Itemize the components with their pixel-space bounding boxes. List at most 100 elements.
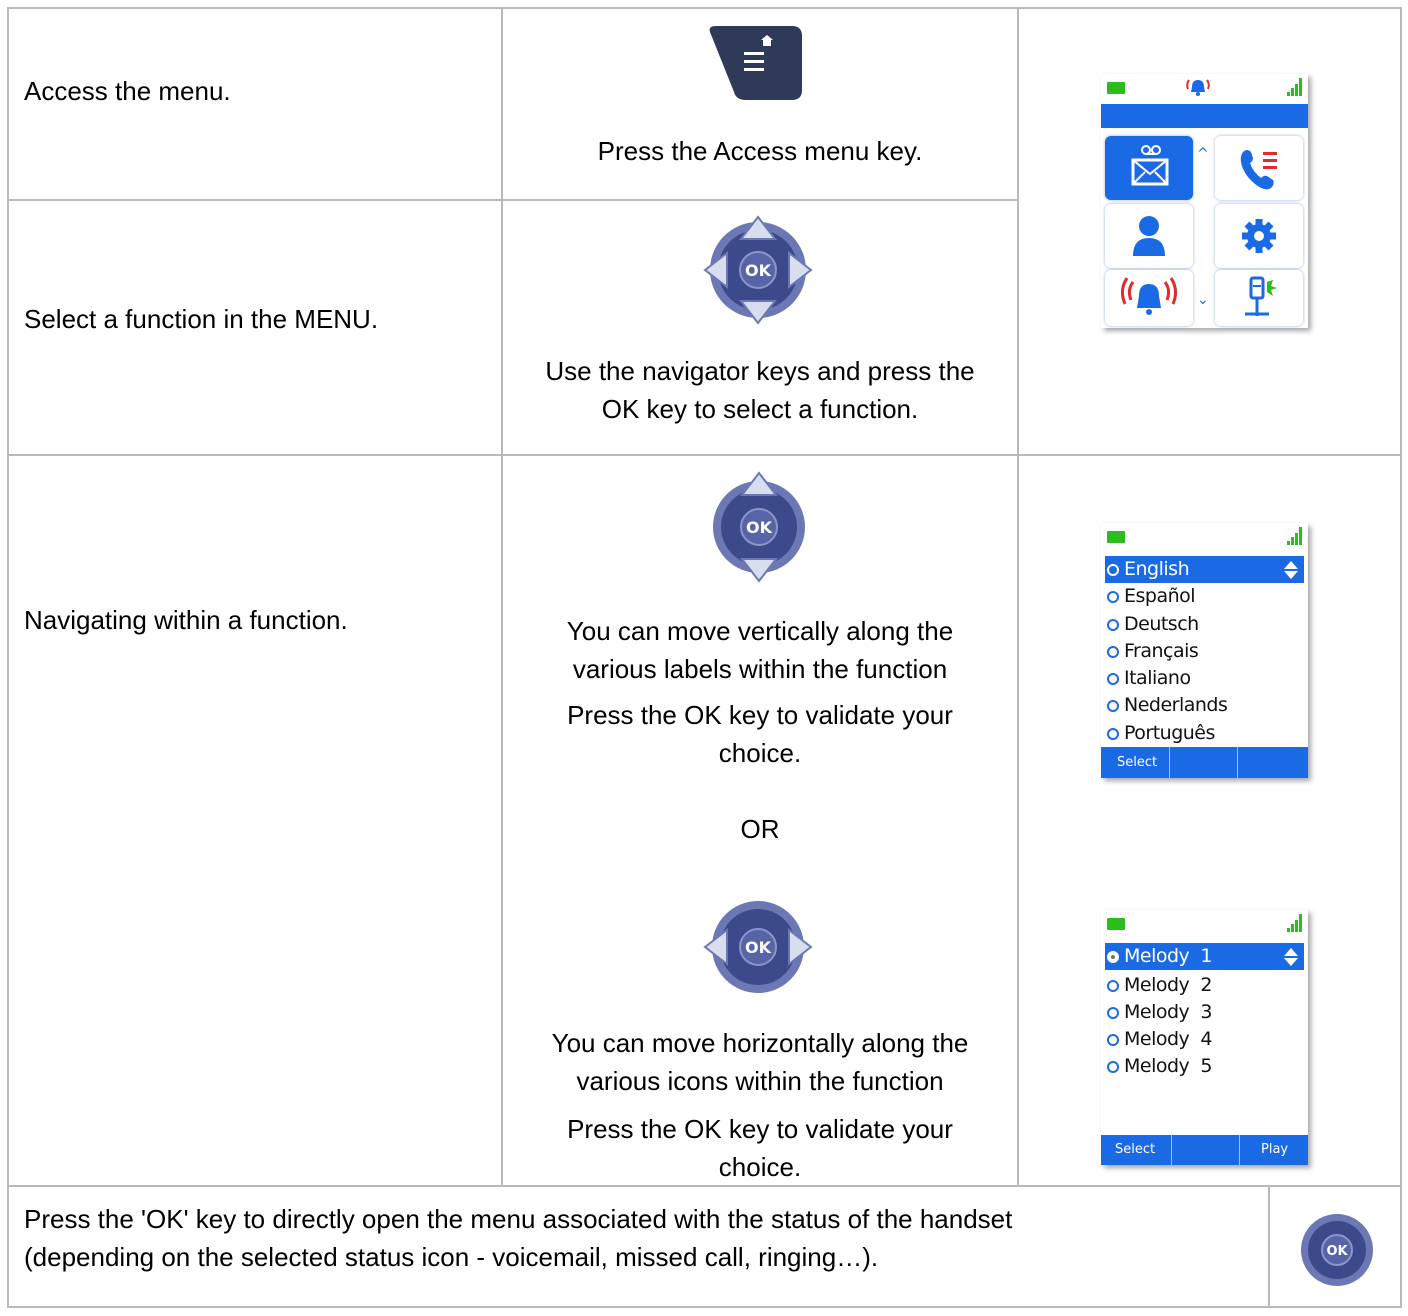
alarm-icon [1120,277,1178,315]
list-item[interactable]: English [1105,556,1304,583]
validate-instruction-2: Press the OK key to validate your choice… [503,1110,1017,1186]
softkey-left[interactable]: Select [1117,747,1157,778]
menu-tile-handset[interactable] [1215,270,1303,326]
row2-instruction-line1: Use the navigator keys and press the [545,356,975,386]
ok-key-icon: OK [1301,1214,1373,1286]
menu-tile-call-log[interactable] [1215,136,1303,200]
voicemail-icon [1131,145,1169,186]
row2-instruction-line2: OK key to select a function. [601,394,919,424]
vertical-instruction: You can move vertically along the variou… [503,612,1017,688]
horizontal-instruction: You can move horizontally along the vari… [503,1024,1017,1100]
scroll-down-chevron-icon: ⌄ [1197,292,1209,308]
list-item[interactable]: Español [1105,583,1304,610]
battery-icon [1107,531,1125,543]
validate2-line1: Press the OK key to validate your [567,1114,953,1144]
row1-label: Access the menu. [24,76,231,106]
validate2-line2: choice. [718,1152,802,1182]
row3-label: Navigating within a function. [24,605,348,635]
table-border-left [7,7,9,1308]
radio-icon [1107,673,1119,685]
list-item[interactable]: Melody 3 [1105,999,1304,1026]
ok-label: OK [746,518,773,537]
table-border-bottom [7,1306,1402,1308]
navigator-4way-key-icon: OK [703,215,813,325]
list-item[interactable]: Melody 4 [1105,1026,1304,1053]
row2-label: Select a function in the MENU. [24,304,379,334]
access-menu-key-icon [709,26,802,100]
list-item-label: Melody 3 [1124,1001,1212,1023]
footer-line1: Press the 'OK' key to directly open the … [24,1204,1013,1234]
radio-icon [1107,1007,1119,1019]
ok-label: OK [1326,1244,1348,1259]
ok-label: OK [745,261,772,280]
or-separator: OR [740,814,780,844]
list-item-label: Nederlands [1124,694,1228,716]
validate-instruction-1: Press the OK key to validate your choice… [503,696,1017,772]
menu-tile-settings[interactable] [1215,204,1303,268]
list-item-label: Melody 4 [1124,1028,1212,1050]
list-item[interactable]: Français [1105,638,1304,665]
radio-icon [1107,980,1119,992]
table-border-row2 [7,454,1402,456]
list-item[interactable]: Nederlands [1105,692,1304,719]
radio-icon [1107,728,1119,740]
list-item-label: Melody 2 [1124,974,1212,996]
menu-screen: ^ ⌄ [1101,74,1308,328]
table-border-right [1400,7,1402,1308]
handset-settings-icon [1245,276,1277,316]
list-item[interactable]: Italiano [1105,665,1304,692]
list-item-label: English [1124,558,1190,580]
footer-text: Press the 'OK' key to directly open the … [24,1200,1264,1276]
validate1-line2: choice. [718,738,802,768]
list-item[interactable]: Deutsch [1105,611,1304,638]
battery-icon [1107,918,1125,930]
menu-tile-voicemail[interactable] [1105,136,1193,200]
radio-icon [1107,700,1119,712]
status-bar [1101,910,1308,936]
contacts-icon [1133,216,1165,256]
table-border-top [7,7,1402,9]
list-item[interactable]: Melody 2 [1105,972,1304,999]
up-down-arrows-icon [1284,561,1298,579]
list-item[interactable]: Português [1105,720,1304,747]
vertical-line2: various labels within the function [572,654,948,684]
row1-instruction: Press the Access menu key. [597,136,923,166]
list-item-label: Português [1124,722,1215,744]
menu-tile-contacts[interactable] [1105,204,1193,268]
softkey-bar: Select [1101,747,1308,778]
up-down-arrows-icon [1284,948,1298,966]
softkey-bar: Select Play [1101,1135,1308,1165]
call-log-icon [1240,150,1277,190]
softkey-left[interactable]: Select [1115,1135,1155,1165]
melody-screen: Melody 1 Melody 2 Melody 3 Melody 4 Melo… [1101,910,1308,1165]
list-item-label: Français [1124,640,1199,662]
title-bar [1101,104,1308,128]
table-border-col2 [1017,7,1019,1187]
radio-selected-icon [1107,951,1119,963]
scroll-up-chevron-icon: ^ [1197,146,1209,162]
softkey-right[interactable]: Play [1261,1135,1288,1165]
navigator-vertical-key-icon: OK [713,471,805,583]
menu-tile-alarm[interactable] [1105,270,1193,326]
ok-label: OK [745,938,772,957]
radio-icon [1107,591,1119,603]
radio-icon [1107,646,1119,658]
list-item[interactable]: Melody 5 [1105,1053,1304,1080]
list-item-label: Melody 5 [1124,1055,1212,1077]
signal-icon [1287,914,1303,932]
list-item[interactable]: Melody 1 [1105,943,1304,970]
table-border-col1 [501,7,503,1187]
table-border-footer-col [1268,1185,1270,1308]
footer-line2: (depending on the selected status icon -… [24,1242,879,1272]
validate1-line1: Press the OK key to validate your [567,700,953,730]
signal-icon [1287,527,1303,545]
radio-icon [1107,619,1119,631]
row2-instruction: Use the navigator keys and press the OK … [503,352,1017,428]
alarm-status-icon [1186,79,1210,96]
settings-icon [1242,219,1276,253]
table-border-row1 [7,199,1019,201]
radio-icon [1107,1034,1119,1046]
radio-icon [1107,564,1119,576]
status-bar [1101,74,1308,100]
navigator-horizontal-key-icon: OK [703,901,813,993]
